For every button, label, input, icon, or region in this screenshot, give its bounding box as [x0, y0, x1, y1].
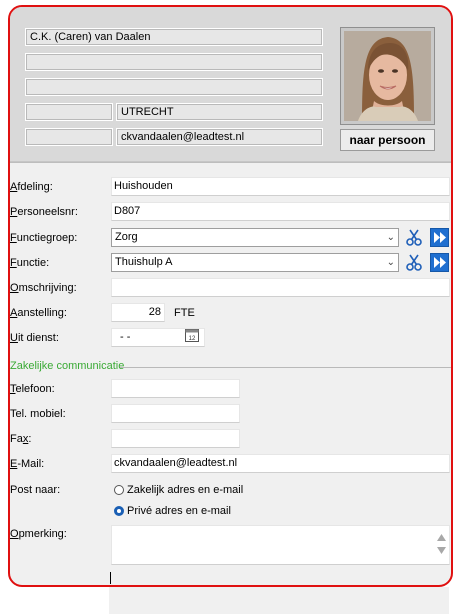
email-label: E-Mail:: [10, 458, 45, 470]
afdeling-label: Afdeling:: [10, 181, 53, 193]
uitdienst-value: - -: [120, 331, 131, 343]
radio-zakelijk-label: Zakelijk adres en e-mail: [127, 484, 244, 496]
radio-prive[interactable]: Privé adres en e-mail: [114, 505, 231, 517]
omschrijving-label: Omschrijving:: [10, 282, 77, 294]
fax-label: Fax:: [10, 433, 32, 445]
functiegroep-value: Zorg: [115, 231, 138, 243]
fast-forward-icon[interactable]: [430, 253, 449, 272]
form-area: Afdeling: Huishouden Personeelsnr: D807 …: [10, 7, 451, 585]
uitdienst-label: Uit dienst:: [10, 332, 59, 344]
radio-dot: [114, 485, 124, 495]
personeelsnr-label: Personeelsnr:: [10, 206, 78, 218]
person-panel: C.K. (Caren) van Daalen UTRECHT ckvandaa…: [8, 5, 453, 587]
mobiel-input[interactable]: [111, 404, 240, 423]
group-title-communicatie: Zakelijke communicatie: [10, 360, 125, 372]
postnaar-label: Post naar:: [10, 484, 61, 496]
fast-forward-icon[interactable]: [430, 228, 449, 247]
scissors-icon[interactable]: [405, 228, 424, 247]
text-cursor: [110, 572, 111, 584]
afdeling-input[interactable]: Huishouden: [111, 177, 450, 196]
omschrijving-input[interactable]: [111, 278, 450, 297]
opmerking-label: Opmerking:: [10, 528, 67, 540]
radio-dot-selected: [114, 506, 124, 516]
functie-value: Thuishulp A: [115, 256, 173, 268]
chevron-down-icon: ⌄: [386, 257, 395, 268]
chevron-down-icon: ⌄: [386, 232, 395, 243]
fax-input[interactable]: [111, 429, 240, 448]
functie-select[interactable]: Thuishulp A ⌄: [111, 253, 399, 272]
aanstelling-input[interactable]: 28: [111, 303, 165, 322]
group-divider: [120, 367, 451, 368]
aanstelling-label: Aanstelling:: [10, 307, 67, 319]
email-input[interactable]: ckvandaalen@leadtest.nl: [111, 454, 450, 473]
personeelsnr-input[interactable]: D807: [111, 202, 450, 221]
scissors-icon[interactable]: [405, 253, 424, 272]
below-frame-area: [109, 587, 449, 614]
svg-text:12: 12: [189, 336, 196, 342]
radio-prive-label: Privé adres en e-mail: [127, 505, 231, 517]
calendar-icon[interactable]: 12: [184, 327, 200, 343]
opmerking-textarea[interactable]: [111, 525, 450, 565]
functiegroep-select[interactable]: Zorg ⌄: [111, 228, 399, 247]
fte-unit-label: FTE: [174, 307, 195, 319]
telefoon-input[interactable]: [111, 379, 240, 398]
functie-label: Functie:: [10, 257, 50, 269]
mobiel-label: Tel. mobiel:: [10, 408, 66, 420]
functiegroep-label: Functiegroep:: [10, 232, 78, 244]
telefoon-label: Telefoon:: [10, 383, 55, 395]
radio-zakelijk[interactable]: Zakelijk adres en e-mail: [114, 484, 243, 496]
scroll-down-icon[interactable]: [437, 543, 446, 560]
